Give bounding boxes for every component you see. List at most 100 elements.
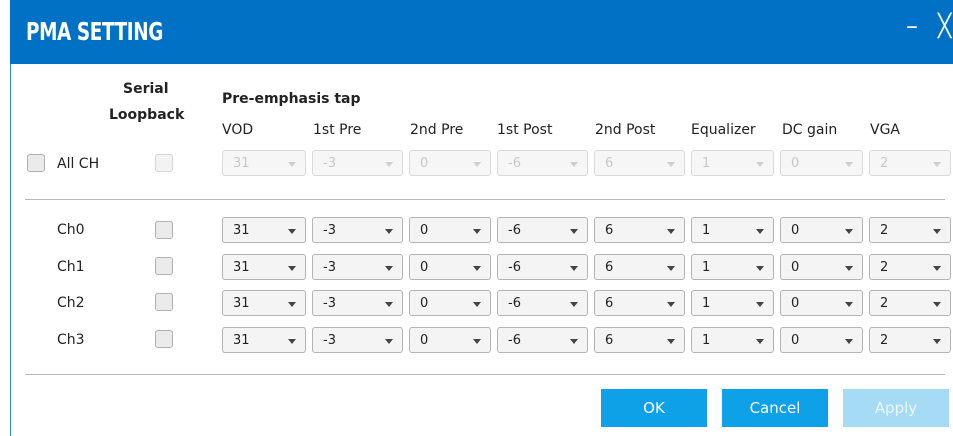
chevron-down-icon xyxy=(473,229,481,234)
window-title: PMA SETTING xyxy=(26,17,164,46)
divider-bottom xyxy=(25,374,945,375)
cancel-button[interactable]: Cancel xyxy=(722,389,828,427)
serial-loopback-label-line2: Loopback xyxy=(109,107,185,123)
ch3-serial-loopback-checkbox[interactable] xyxy=(155,330,173,348)
divider-top xyxy=(25,199,945,200)
column-header-1st-post: 1st Post xyxy=(497,122,553,138)
chevron-down-icon xyxy=(288,266,296,271)
all-ch-vod-select: 31 xyxy=(222,150,306,176)
apply-button: Apply xyxy=(843,389,949,427)
ch3-dc-gain-select[interactable]: 0 xyxy=(780,327,863,353)
all-ch-1st-post-select: -6 xyxy=(497,150,588,176)
ch2-1st-post-select[interactable]: -6 xyxy=(497,290,588,316)
ch2-vod-select[interactable]: 31 xyxy=(222,290,306,316)
ch2-serial-loopback-checkbox[interactable] xyxy=(155,293,173,311)
column-header-dc-gain: DC gain xyxy=(782,122,838,138)
ch1-1st-post-select[interactable]: -6 xyxy=(497,254,588,280)
all-ch-label: All CH xyxy=(57,156,100,172)
chevron-down-icon xyxy=(570,339,578,344)
ch3-vga-select[interactable]: 2 xyxy=(869,327,951,353)
column-header-vod: VOD xyxy=(222,122,254,138)
all-ch-dc-gain-select: 0 xyxy=(780,150,863,176)
chevron-down-icon xyxy=(667,266,675,271)
channel-label: Ch1 xyxy=(57,259,85,275)
all-ch-2nd-pre-select: 0 xyxy=(409,150,491,176)
chevron-down-icon xyxy=(756,302,764,307)
ch2-equalizer-select[interactable]: 1 xyxy=(691,290,774,316)
column-header-2nd-post: 2nd Post xyxy=(595,122,656,138)
ch0-vod-select[interactable]: 31 xyxy=(222,217,306,243)
ch0-2nd-post-select[interactable]: 6 xyxy=(594,217,685,243)
ch1-2nd-post-select[interactable]: 6 xyxy=(594,254,685,280)
chevron-down-icon xyxy=(667,302,675,307)
ch0-equalizer-select[interactable]: 1 xyxy=(691,217,774,243)
chevron-down-icon xyxy=(385,229,393,234)
ch3-2nd-post-select[interactable]: 6 xyxy=(594,327,685,353)
chevron-down-icon xyxy=(570,302,578,307)
chevron-down-icon xyxy=(756,339,764,344)
all-ch-checkbox[interactable] xyxy=(27,154,45,172)
chevron-down-icon xyxy=(385,162,393,167)
chevron-down-icon xyxy=(385,339,393,344)
ch1-vod-select[interactable]: 31 xyxy=(222,254,306,280)
chevron-down-icon xyxy=(933,162,941,167)
ch0-1st-pre-select[interactable]: -3 xyxy=(312,217,403,243)
ch2-2nd-pre-select[interactable]: 0 xyxy=(409,290,491,316)
chevron-down-icon xyxy=(570,266,578,271)
all-ch-serial-loopback-checkbox xyxy=(155,154,173,172)
chevron-down-icon xyxy=(756,162,764,167)
chevron-down-icon xyxy=(845,229,853,234)
chevron-down-icon xyxy=(385,266,393,271)
ch3-2nd-pre-select[interactable]: 0 xyxy=(409,327,491,353)
chevron-down-icon xyxy=(933,266,941,271)
ch1-2nd-pre-select[interactable]: 0 xyxy=(409,254,491,280)
chevron-down-icon xyxy=(288,302,296,307)
chevron-down-icon xyxy=(933,302,941,307)
chevron-down-icon xyxy=(288,162,296,167)
title-bar: PMA SETTING – ╳ xyxy=(10,0,953,64)
chevron-down-icon xyxy=(288,229,296,234)
serial-loopback-label-line1: Serial xyxy=(123,81,169,97)
ok-button[interactable]: OK xyxy=(601,389,707,427)
close-icon[interactable]: ╳ xyxy=(938,14,951,39)
ch2-dc-gain-select[interactable]: 0 xyxy=(780,290,863,316)
ch1-vga-select[interactable]: 2 xyxy=(869,254,951,280)
minimize-icon[interactable]: – xyxy=(906,12,918,40)
ch3-equalizer-select[interactable]: 1 xyxy=(691,327,774,353)
chevron-down-icon xyxy=(756,266,764,271)
ch0-serial-loopback-checkbox[interactable] xyxy=(155,221,173,239)
ch1-equalizer-select[interactable]: 1 xyxy=(691,254,774,280)
ch0-vga-select[interactable]: 2 xyxy=(869,217,951,243)
chevron-down-icon xyxy=(473,339,481,344)
ch0-2nd-pre-select[interactable]: 0 xyxy=(409,217,491,243)
ch3-vod-select[interactable]: 31 xyxy=(222,327,306,353)
chevron-down-icon xyxy=(288,339,296,344)
chevron-down-icon xyxy=(845,302,853,307)
chevron-down-icon xyxy=(667,229,675,234)
chevron-down-icon xyxy=(845,266,853,271)
ch1-serial-loopback-checkbox[interactable] xyxy=(155,257,173,275)
window-border xyxy=(10,64,11,436)
ch2-2nd-post-select[interactable]: 6 xyxy=(594,290,685,316)
ch3-1st-post-select[interactable]: -6 xyxy=(497,327,588,353)
ch2-vga-select[interactable]: 2 xyxy=(869,290,951,316)
chevron-down-icon xyxy=(933,339,941,344)
chevron-down-icon xyxy=(845,339,853,344)
chevron-down-icon xyxy=(933,229,941,234)
ch2-1st-pre-select[interactable]: -3 xyxy=(312,290,403,316)
ch3-1st-pre-select[interactable]: -3 xyxy=(312,327,403,353)
chevron-down-icon xyxy=(756,229,764,234)
column-header-vga: VGA xyxy=(870,122,901,138)
channel-label: Ch3 xyxy=(57,332,85,348)
all-ch-equalizer-select: 1 xyxy=(691,150,774,176)
chevron-down-icon xyxy=(385,302,393,307)
chevron-down-icon xyxy=(845,162,853,167)
column-header-equalizer: Equalizer xyxy=(691,122,756,138)
ch1-dc-gain-select[interactable]: 0 xyxy=(780,254,863,280)
chevron-down-icon xyxy=(570,229,578,234)
ch0-1st-post-select[interactable]: -6 xyxy=(497,217,588,243)
ch1-1st-pre-select[interactable]: -3 xyxy=(312,254,403,280)
ch0-dc-gain-select[interactable]: 0 xyxy=(780,217,863,243)
column-header-1st-pre: 1st Pre xyxy=(313,122,362,138)
preemphasis-tap-label: Pre-emphasis tap xyxy=(222,91,361,107)
